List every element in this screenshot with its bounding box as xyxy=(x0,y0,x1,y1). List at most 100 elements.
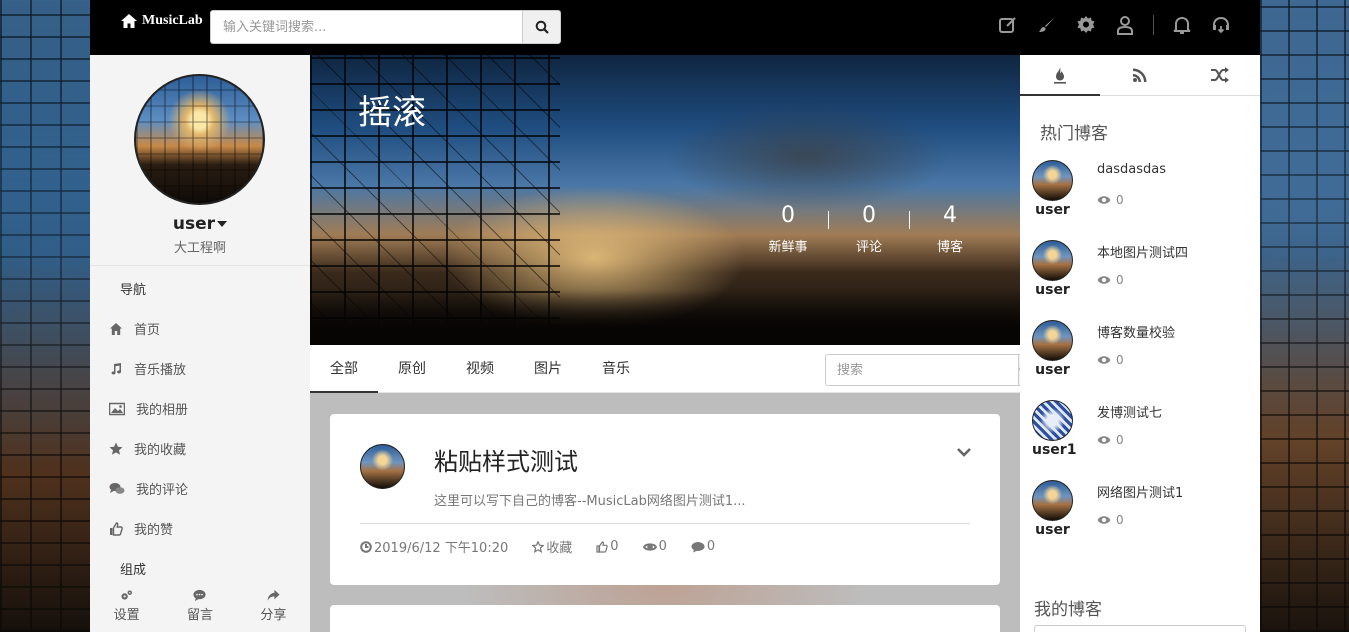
tab-hot[interactable] xyxy=(1020,55,1100,95)
headphones-icon[interactable] xyxy=(1210,14,1232,36)
view-count-text: 0 xyxy=(658,539,667,554)
hot-blog-title[interactable]: 博客数量校验 xyxy=(1097,322,1175,341)
brand-link[interactable]: MusicLab xyxy=(120,13,203,29)
comment-icon xyxy=(193,589,207,602)
gear-icon[interactable] xyxy=(1075,14,1097,36)
hot-blog-title[interactable]: 发博测试七 xyxy=(1097,402,1162,421)
nav-heading: 导航 xyxy=(120,283,147,298)
tab-search-input[interactable] xyxy=(825,354,1018,386)
sidebar-item-label: 我的相册 xyxy=(136,403,189,418)
my-blogs-heading: 我的博客 xyxy=(1034,600,1102,620)
star-icon xyxy=(109,442,123,455)
like-button[interactable]: 0 xyxy=(596,537,619,556)
edit-icon[interactable] xyxy=(997,14,1019,36)
hot-blog-item[interactable]: user 本地图片测试四 0 xyxy=(1032,240,1252,310)
view-count-text: 0 xyxy=(1116,193,1124,207)
tab-image[interactable]: 图片 xyxy=(514,345,582,393)
sidebar-item-favorites[interactable]: 我的收藏 xyxy=(109,439,186,458)
sidebar-item-music[interactable]: 音乐播放 xyxy=(109,359,186,378)
eye-icon xyxy=(642,542,657,551)
brand-name: MusicLab xyxy=(142,13,203,28)
active-tab-indicator xyxy=(1020,94,1100,96)
hot-blog-item[interactable]: user dasdasdas 0 xyxy=(1032,160,1252,230)
hot-blog-item[interactable]: user 博客数量校验 0 xyxy=(1032,320,1252,390)
avatar[interactable] xyxy=(1032,160,1073,201)
content-tabs: 全部 原创 视频 图片 音乐 xyxy=(310,345,1034,393)
user-icon[interactable] xyxy=(1114,14,1136,36)
stat-news: 0 新鲜事 xyxy=(748,203,828,255)
comment-icon xyxy=(691,541,705,552)
hot-blog-user[interactable]: user xyxy=(1032,362,1073,378)
avatar[interactable] xyxy=(1032,240,1073,281)
tab-rss[interactable] xyxy=(1100,55,1180,95)
avatar[interactable] xyxy=(1032,480,1073,521)
music-icon xyxy=(111,362,121,375)
eye-icon xyxy=(1097,356,1111,364)
tab-random[interactable] xyxy=(1180,55,1260,95)
share-button[interactable]: 分享 xyxy=(237,580,310,632)
hot-blog-views: 0 xyxy=(1097,513,1124,527)
my-blogs-box xyxy=(1034,625,1246,632)
share-label: 分享 xyxy=(260,608,287,623)
top-search xyxy=(210,10,561,44)
message-button[interactable]: 留言 xyxy=(163,580,236,632)
caret-down-icon xyxy=(217,221,228,227)
sidebar-item-album[interactable]: 我的相册 xyxy=(109,399,188,418)
hot-blog-title[interactable]: 网络图片测试1 xyxy=(1097,482,1183,501)
tab-music[interactable]: 音乐 xyxy=(582,345,650,393)
top-icons xyxy=(997,14,1232,36)
chevron-down-icon[interactable] xyxy=(956,444,972,460)
avatar[interactable] xyxy=(1032,400,1073,441)
hot-blog-user[interactable]: user xyxy=(1032,522,1073,538)
post-title[interactable]: 粘贴样式测试 xyxy=(434,442,578,477)
left-sidebar: user 大工程啊 导航 首页 音乐播放 我的相册 我的收藏 我的评论 我的赞 … xyxy=(90,55,310,632)
post-excerpt: 这里可以写下自己的博客--MusicLab网络图片测试1... xyxy=(434,494,746,509)
hot-blog-item[interactable]: user1 发博测试七 0 xyxy=(1032,400,1252,470)
comment-count-text: 0 xyxy=(706,539,716,554)
view-count-text: 0 xyxy=(1116,433,1124,447)
sidebar-item-comments[interactable]: 我的评论 xyxy=(109,479,188,498)
post-author-avatar[interactable] xyxy=(360,444,405,489)
brush-icon[interactable] xyxy=(1036,14,1058,36)
stat-value: 0 xyxy=(862,203,876,228)
post-card[interactable] xyxy=(330,605,1000,632)
background-image-right xyxy=(1260,0,1349,632)
tab-search xyxy=(825,354,1034,386)
stat-value: 0 xyxy=(781,203,795,228)
sidebar-item-likes[interactable]: 我的赞 xyxy=(109,519,173,538)
hot-blog-views: 0 xyxy=(1097,353,1124,367)
category-stats: 0 新鲜事 0 评论 4 博客 xyxy=(748,203,990,255)
tab-all[interactable]: 全部 xyxy=(310,345,378,393)
top-search-button[interactable] xyxy=(522,10,561,44)
stat-label: 评论 xyxy=(855,240,882,255)
view-count-text: 0 xyxy=(1116,273,1124,287)
share-icon xyxy=(267,589,280,601)
sidebar-item-home[interactable]: 首页 xyxy=(109,319,160,338)
favorite-button[interactable]: 收藏 xyxy=(532,537,572,556)
stat-value: 4 xyxy=(943,203,957,228)
tab-original[interactable]: 原创 xyxy=(378,345,446,393)
random-icon xyxy=(1211,67,1229,83)
post-card[interactable]: 粘贴样式测试 这里可以写下自己的博客--MusicLab网络图片测试1... 2… xyxy=(330,414,1000,585)
sidebar-item-label: 音乐播放 xyxy=(134,363,187,378)
hot-blog-title[interactable]: dasdasdas xyxy=(1097,162,1166,177)
sidebar-bottom-bar: 设置 留言 分享 xyxy=(90,580,310,632)
star-outline-icon xyxy=(532,540,545,553)
tab-video[interactable]: 视频 xyxy=(446,345,514,393)
home-icon xyxy=(110,322,122,335)
hot-blog-user[interactable]: user1 xyxy=(1032,442,1076,458)
profile-username[interactable]: user xyxy=(90,214,310,234)
bell-icon[interactable] xyxy=(1171,14,1193,36)
username-text: user xyxy=(172,214,216,234)
hot-blog-user[interactable]: user xyxy=(1032,282,1073,298)
hot-blog-title[interactable]: 本地图片测试四 xyxy=(1097,242,1188,261)
clock-icon xyxy=(360,540,372,553)
top-search-input[interactable] xyxy=(210,10,522,44)
settings-button[interactable]: 设置 xyxy=(90,580,163,632)
hot-blog-views: 0 xyxy=(1097,433,1124,447)
hot-blog-user[interactable]: user xyxy=(1032,202,1073,218)
avatar[interactable] xyxy=(1032,320,1073,361)
comment-count[interactable]: 0 xyxy=(691,537,715,556)
hot-blog-item[interactable]: user 网络图片测试1 0 xyxy=(1032,480,1252,550)
profile-avatar[interactable] xyxy=(134,74,265,205)
